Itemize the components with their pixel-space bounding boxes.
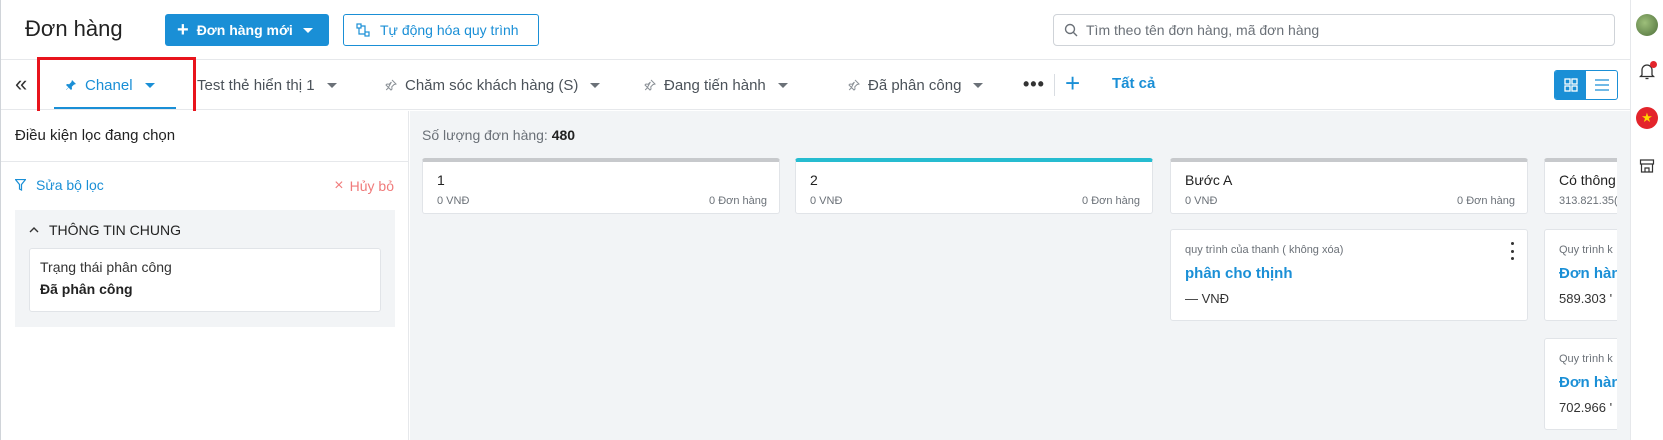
page-header: Đơn hàng + Đơn hàng mới Tự động hóa quy … [1, 0, 1631, 60]
notification-dot [1650, 61, 1657, 68]
order-count-label: Số lượng đơn hàng: [422, 127, 548, 143]
more-tabs-button[interactable]: ••• [1023, 75, 1045, 93]
chevron-down-icon [777, 82, 788, 88]
card-amount: 589.303 ' [1559, 291, 1613, 306]
divider [1, 161, 409, 162]
list-icon [1594, 79, 1609, 91]
column-header[interactable]: 1 0 VNĐ 0 Đơn hàng [422, 158, 780, 214]
card-title-link[interactable]: phân cho thịnh [1185, 265, 1292, 282]
right-rail: ★ [1630, 0, 1663, 440]
column-count: 0 Đơn hàng [1082, 195, 1140, 207]
search-input[interactable] [1086, 22, 1606, 38]
new-order-button[interactable]: + Đơn hàng mới [165, 14, 329, 46]
tab-test-card-display[interactable]: Test thẻ hiển thị 1 [197, 60, 337, 110]
search-box[interactable] [1053, 14, 1615, 46]
new-order-label: Đơn hàng mới [196, 22, 293, 38]
card-process: Quy trình k [1559, 244, 1613, 256]
automation-label: Tự động hóa quy trình [380, 22, 519, 38]
cancel-filter-label: Hủy bỏ [349, 178, 394, 194]
order-card[interactable]: quy trình của thanh ( không xóa) phân ch… [1170, 229, 1528, 321]
plus-icon: + [177, 19, 189, 41]
store-button[interactable] [1636, 155, 1658, 177]
divider [1054, 74, 1055, 96]
column-header[interactable]: Bước A 0 VNĐ 0 Đơn hàng [1170, 158, 1528, 214]
column-name: 1 [437, 172, 445, 188]
view-tabs: « Chanel Test thẻ hiển thị 1 Chăm sóc kh… [1, 60, 1631, 110]
column-name: Bước A [1185, 172, 1233, 188]
filter-group-header[interactable]: THÔNG TIN CHUNG [29, 222, 181, 238]
card-process: quy trình của thanh ( không xóa) [1185, 244, 1344, 256]
column-name: Có thông [1559, 172, 1616, 188]
chevron-down-icon [973, 82, 984, 88]
orders-app: Đơn hàng + Đơn hàng mới Tự động hóa quy … [0, 0, 1631, 440]
edit-filter-label: Sửa bộ lọc [36, 177, 104, 193]
column-name: 2 [810, 172, 818, 188]
tab-customer-care[interactable]: Chăm sóc khách hàng (S) [385, 60, 601, 110]
tab-label: Đã phân công [868, 76, 962, 94]
card-title-link[interactable]: Đơn hàn [1559, 265, 1621, 282]
chevron-down-icon [326, 82, 337, 88]
column-count: 0 Đơn hàng [1457, 195, 1515, 207]
column-amount: 0 VNĐ [1185, 195, 1218, 207]
order-count-value: 480 [551, 127, 576, 143]
column-amount: 0 VNĐ [437, 195, 470, 207]
cancel-filter-button[interactable]: × Hủy bỏ [334, 177, 394, 195]
edit-filter-button[interactable]: Sửa bộ lọc [15, 177, 104, 193]
filter-group: THÔNG TIN CHUNG Trạng thái phân công Đã … [15, 210, 395, 327]
chevron-up-icon [29, 227, 39, 233]
list-view-button[interactable] [1586, 71, 1617, 99]
workflow-icon [356, 23, 370, 37]
tab-label: Test thẻ hiển thị 1 [197, 76, 315, 94]
tab-assigned[interactable]: Đã phân công [848, 60, 984, 110]
pin-icon [848, 79, 860, 91]
card-process: Quy trình k [1559, 353, 1613, 365]
column-count: 0 Đơn hàng [709, 195, 767, 207]
column-amount: 313.821.35( [1559, 195, 1618, 207]
pin-icon [644, 79, 656, 91]
language-flag-icon[interactable]: ★ [1636, 107, 1658, 129]
column-header[interactable]: 2 0 VNĐ 0 Đơn hàng [795, 158, 1153, 214]
tab-label: Đang tiến hành [664, 76, 766, 94]
search-icon [1064, 23, 1078, 37]
condition-value: Đã phân công [40, 281, 133, 297]
chevron-down-icon [590, 82, 601, 88]
card-title-link[interactable]: Đơn hàn [1559, 374, 1621, 391]
condition-label: Trạng thái phân công [40, 259, 172, 275]
view-toggle [1554, 70, 1618, 100]
order-count: Số lượng đơn hàng: 480 [422, 127, 575, 143]
filter-panel: Điều kiện lọc đang chọn Sửa bộ lọc × Hủy… [1, 111, 409, 440]
notifications-button[interactable] [1636, 60, 1658, 82]
filter-group-title: THÔNG TIN CHUNG [49, 222, 181, 238]
automation-button[interactable]: Tự động hóa quy trình [343, 14, 539, 46]
column-amount: 0 VNĐ [810, 195, 843, 207]
filter-panel-title: Điều kiện lọc đang chọn [15, 127, 176, 144]
add-tab-button[interactable]: + [1065, 70, 1080, 96]
highlight-box [37, 57, 196, 119]
page-title: Đơn hàng [25, 16, 123, 41]
filter-icon [15, 179, 26, 191]
tab-in-progress[interactable]: Đang tiến hành [644, 60, 788, 110]
tab-label: Chăm sóc khách hàng (S) [405, 76, 579, 94]
card-amount: 702.966 ' [1559, 400, 1613, 415]
store-icon [1639, 159, 1655, 173]
board-scroll-gutter [1617, 111, 1631, 440]
all-tabs-link[interactable]: Tất cả [1112, 75, 1155, 92]
chevron-down-icon [302, 27, 313, 33]
collapse-panel-icon[interactable]: « [15, 72, 27, 96]
kanban-board: Số lượng đơn hàng: 480 1 0 VNĐ 0 Đơn hàn… [410, 111, 1631, 440]
card-amount: — VNĐ [1185, 291, 1230, 306]
close-icon: × [334, 177, 344, 194]
more-vertical-icon[interactable] [1507, 242, 1517, 260]
grid-icon [1563, 78, 1578, 92]
filter-condition: Trạng thái phân công Đã phân công [29, 248, 381, 312]
avatar[interactable] [1636, 14, 1658, 36]
pin-icon [385, 79, 397, 91]
board-view-button[interactable] [1555, 71, 1586, 99]
